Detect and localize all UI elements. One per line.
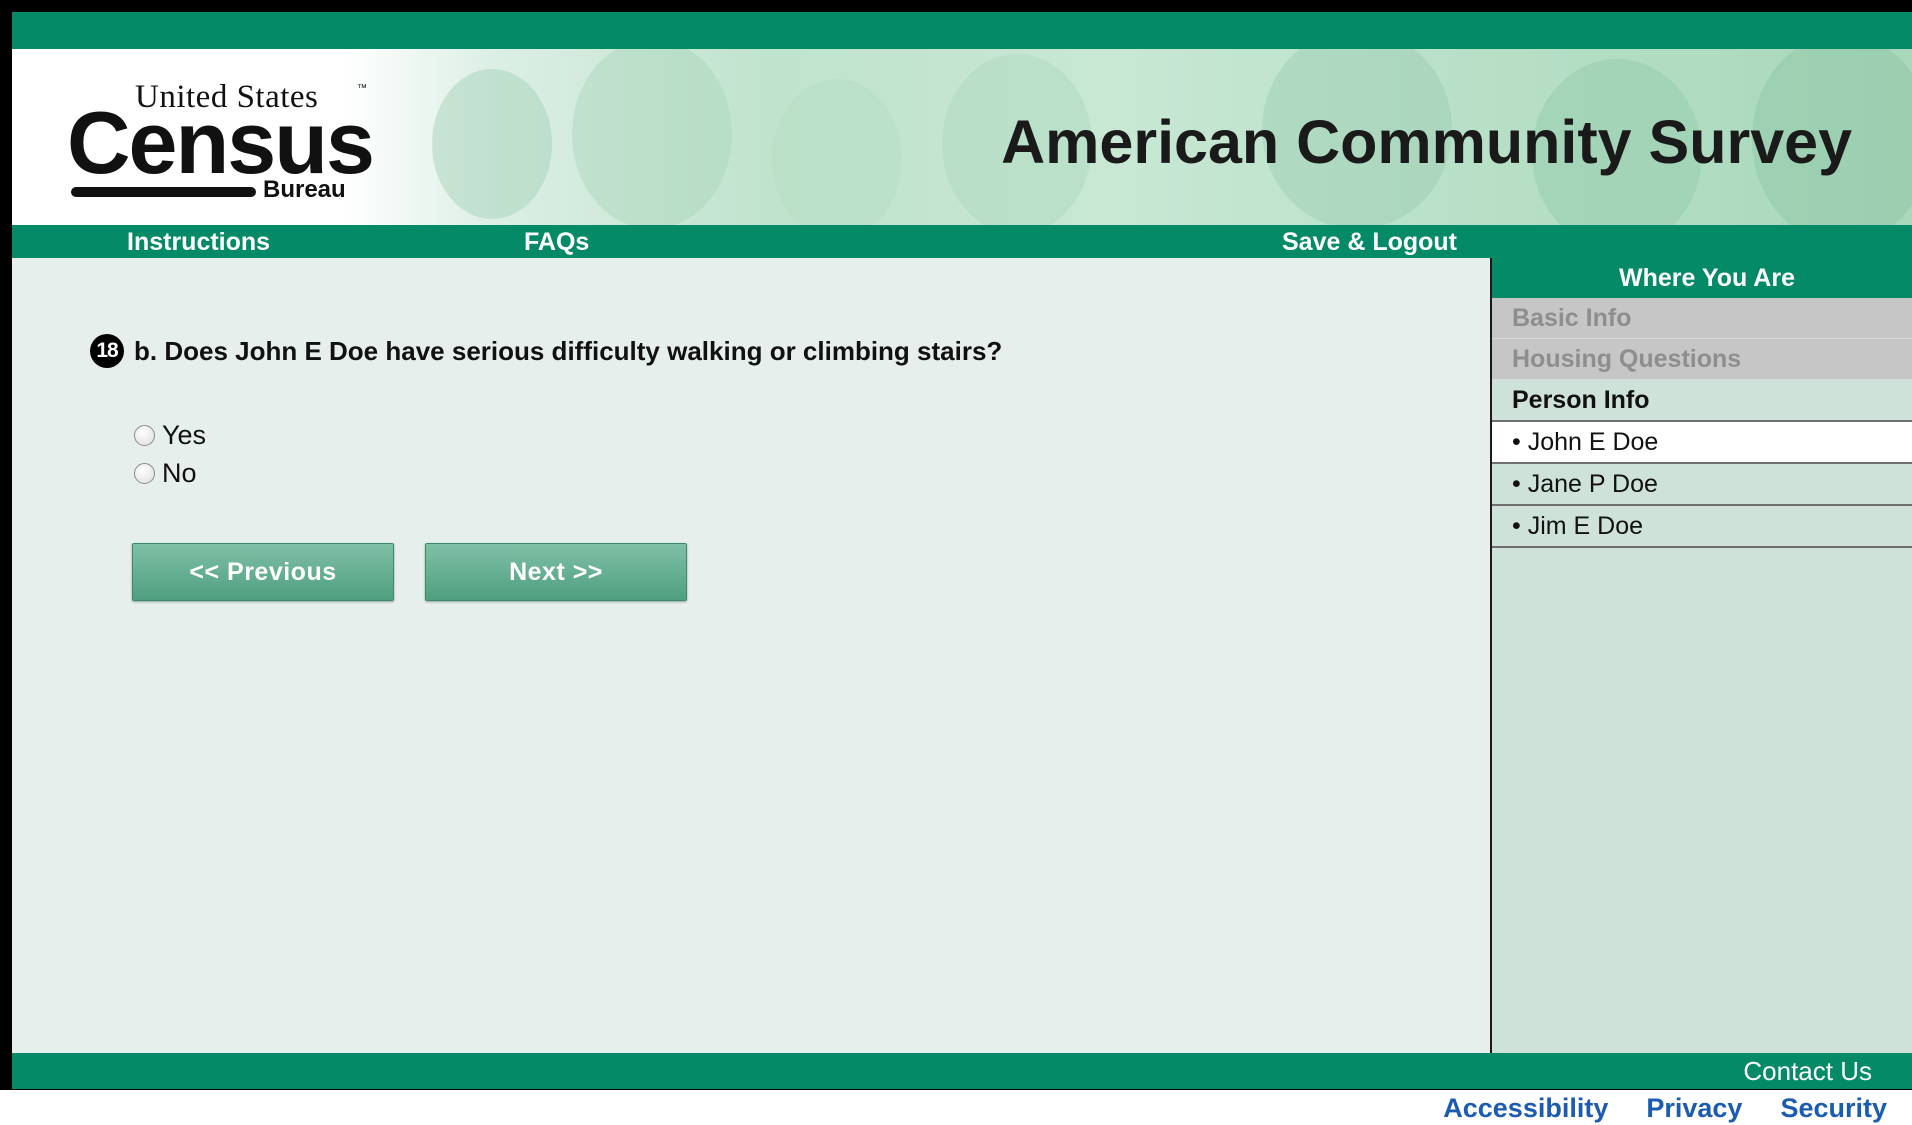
nav-save-logout-link[interactable]: Save & Logout xyxy=(1282,228,1457,257)
contact-us-link[interactable]: Contact Us xyxy=(1743,1056,1872,1087)
sidebar-person-john-e-doe[interactable]: • John E Doe xyxy=(1492,422,1912,464)
option-yes-label: Yes xyxy=(162,420,207,450)
question-panel: 18 b. Does John E Doe have serious diffi… xyxy=(12,258,1490,1053)
option-yes[interactable]: Yes xyxy=(134,420,206,451)
sidebar-person-jane-p-doe[interactable]: • Jane P Doe xyxy=(1492,464,1912,506)
logo-bureau-text: Bureau xyxy=(263,176,346,203)
page-title: American Community Survey xyxy=(1001,108,1852,176)
option-no[interactable]: No xyxy=(134,458,197,489)
where-you-are-sidebar: Where You Are Basic Info Housing Questio… xyxy=(1490,258,1912,1053)
footer-bar: Contact Us xyxy=(12,1053,1912,1089)
top-navigation: Instructions FAQs Save & Logout xyxy=(12,225,1912,258)
previous-button[interactable]: << Previous xyxy=(132,543,394,601)
accessibility-link[interactable]: Accessibility xyxy=(1443,1093,1608,1124)
sidebar-item-basic-info: Basic Info xyxy=(1492,298,1912,339)
question-number-badge: 18 xyxy=(90,334,124,368)
sidebar-person-jim-e-doe[interactable]: • Jim E Doe xyxy=(1492,506,1912,548)
nav-instructions-link[interactable]: Instructions xyxy=(127,228,270,257)
footer-links: Accessibility Privacy Security xyxy=(1443,1093,1887,1124)
sidebar-heading: Where You Are xyxy=(1492,258,1912,298)
privacy-link[interactable]: Privacy xyxy=(1646,1093,1742,1124)
question-text: b. Does John E Doe have serious difficul… xyxy=(134,335,1003,366)
logo-underline-bar xyxy=(71,187,256,197)
option-no-label: No xyxy=(162,458,197,488)
yes-radio-button[interactable] xyxy=(134,425,155,446)
next-button[interactable]: Next >> xyxy=(425,543,687,601)
question-heading: 18 b. Does John E Doe have serious diffi… xyxy=(90,334,1002,368)
sidebar-item-housing-questions: Housing Questions xyxy=(1492,339,1912,380)
header-banner: United States ™ Census Bureau American C… xyxy=(12,49,1912,225)
window-frame: United States ™ Census Bureau American C… xyxy=(0,0,1912,1090)
no-radio-button[interactable] xyxy=(134,463,155,484)
census-bureau-logo[interactable]: United States ™ Census Bureau xyxy=(67,79,375,209)
sidebar-section-person-info: Person Info xyxy=(1492,380,1912,422)
survey-app: United States ™ Census Bureau American C… xyxy=(12,12,1912,1089)
top-band xyxy=(12,12,1912,49)
nav-faqs-link[interactable]: FAQs xyxy=(524,228,589,257)
security-link[interactable]: Security xyxy=(1780,1093,1887,1124)
